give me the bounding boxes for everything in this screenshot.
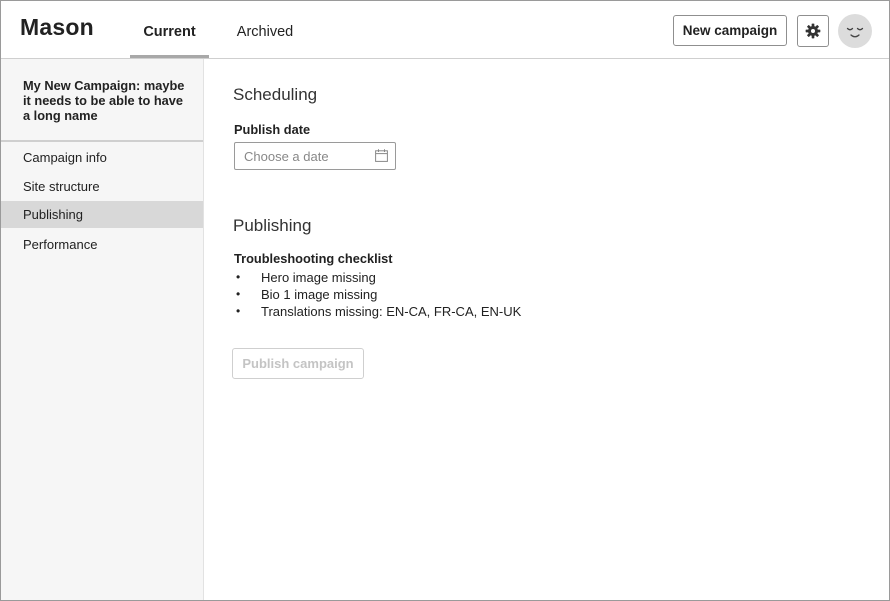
user-avatar[interactable] <box>838 14 872 48</box>
scheduling-title: Scheduling <box>233 85 318 104</box>
settings-button[interactable] <box>797 15 829 47</box>
sidebar-divider <box>1 140 203 142</box>
sidebar-item-performance[interactable]: Performance <box>1 231 203 258</box>
gear-icon <box>805 23 821 39</box>
bullet-icon: • <box>236 270 241 284</box>
tab-archived[interactable]: Archived <box>225 1 305 58</box>
troubleshooting-checklist: • Hero image missing • Bio 1 image missi… <box>234 269 521 320</box>
sleepy-face-icon <box>846 27 864 38</box>
checklist-item: • Hero image missing <box>234 269 521 286</box>
campaign-name: My New Campaign: maybe it needs to be ab… <box>23 78 185 123</box>
checklist-item-text: Bio 1 image missing <box>261 287 378 302</box>
checklist-item: • Translations missing: EN-CA, FR-CA, EN… <box>234 303 521 320</box>
sidebar: My New Campaign: maybe it needs to be ab… <box>1 59 204 600</box>
checklist-item: • Bio 1 image missing <box>234 286 521 303</box>
checklist-item-text: Hero image missing <box>261 270 376 285</box>
sidebar-item-site-structure[interactable]: Site structure <box>1 173 203 200</box>
sidebar-item-publishing[interactable]: Publishing <box>1 201 203 228</box>
app-logo: Mason <box>20 14 94 40</box>
checklist-item-text: Translations missing: EN-CA, FR-CA, EN-U… <box>261 304 522 319</box>
publish-date-input[interactable] <box>234 142 396 170</box>
sidebar-item-campaign-info[interactable]: Campaign info <box>1 144 203 171</box>
top-bar: Mason Current Archived New campaign <box>1 1 889 59</box>
main-content: Scheduling Publish date Publishing Troub… <box>205 59 889 600</box>
publish-date-label: Publish date <box>234 122 311 137</box>
bullet-icon: • <box>236 304 241 318</box>
checklist-title: Troubleshooting checklist <box>234 251 393 266</box>
calendar-icon[interactable] <box>375 149 388 162</box>
tab-current[interactable]: Current <box>130 1 209 58</box>
publish-campaign-button[interactable]: Publish campaign <box>232 348 364 379</box>
publishing-title: Publishing <box>233 216 312 235</box>
app-window: Mason Current Archived New campaign My N… <box>0 0 890 601</box>
new-campaign-button[interactable]: New campaign <box>673 15 787 46</box>
bullet-icon: • <box>236 287 241 301</box>
